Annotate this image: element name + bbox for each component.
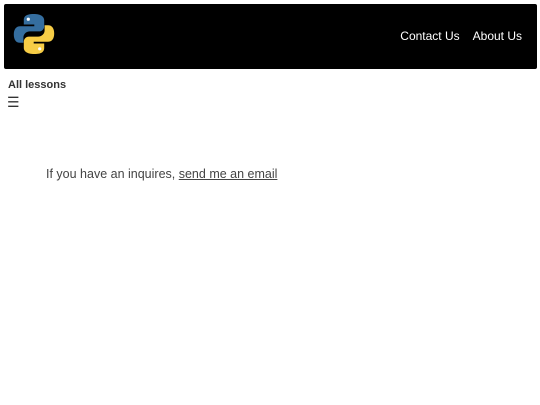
hamburger-menu-icon[interactable]: ☰	[7, 93, 20, 111]
nav-contact-us-link[interactable]: Contact Us	[400, 29, 459, 43]
site-header: Contact Us About Us	[4, 4, 537, 69]
inquiry-text: If you have an inquires,	[46, 167, 176, 181]
inquiry-paragraph: If you have an inquires, send me an emai…	[46, 167, 277, 181]
all-lessons-heading[interactable]: All lessons	[8, 79, 66, 91]
python-logo-icon[interactable]	[12, 12, 56, 56]
send-email-link[interactable]: send me an email	[179, 167, 278, 181]
nav-about-us-link[interactable]: About Us	[473, 29, 522, 43]
header-nav: Contact Us About Us	[400, 29, 522, 43]
